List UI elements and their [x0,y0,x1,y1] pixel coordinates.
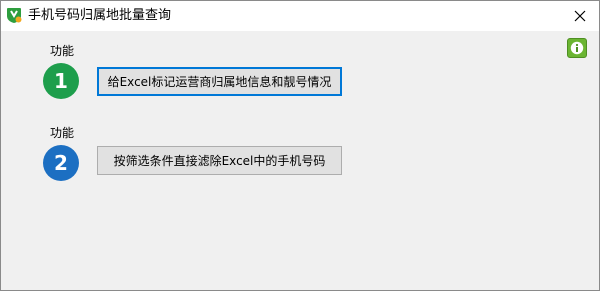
title-bar: 手机号码归属地批量查询 [1,1,599,31]
feature-2-button[interactable]: 按筛选条件直接滤除Excel中的手机号码 [97,146,342,175]
app-window: 手机号码归属地批量查询 功能 1 给Excel标记运营商归属地信息和靓号情况 功… [0,0,600,291]
feature-1-number-badge: 1 [43,63,79,99]
info-button[interactable] [567,38,587,58]
close-icon [574,10,586,22]
info-icon [570,41,584,55]
app-logo-icon [6,7,22,24]
window-title: 手机号码归属地批量查询 [28,8,172,23]
feature-2-label: 功能 [50,126,75,140]
feature-1-label: 功能 [50,44,75,58]
close-button[interactable] [569,5,591,27]
main-panel: 功能 1 给Excel标记运营商归属地信息和靓号情况 功能 2 按筛选条件直接滤… [1,31,599,290]
feature-2-number-badge: 2 [43,145,79,181]
feature-1-button[interactable]: 给Excel标记运营商归属地信息和靓号情况 [97,67,342,96]
